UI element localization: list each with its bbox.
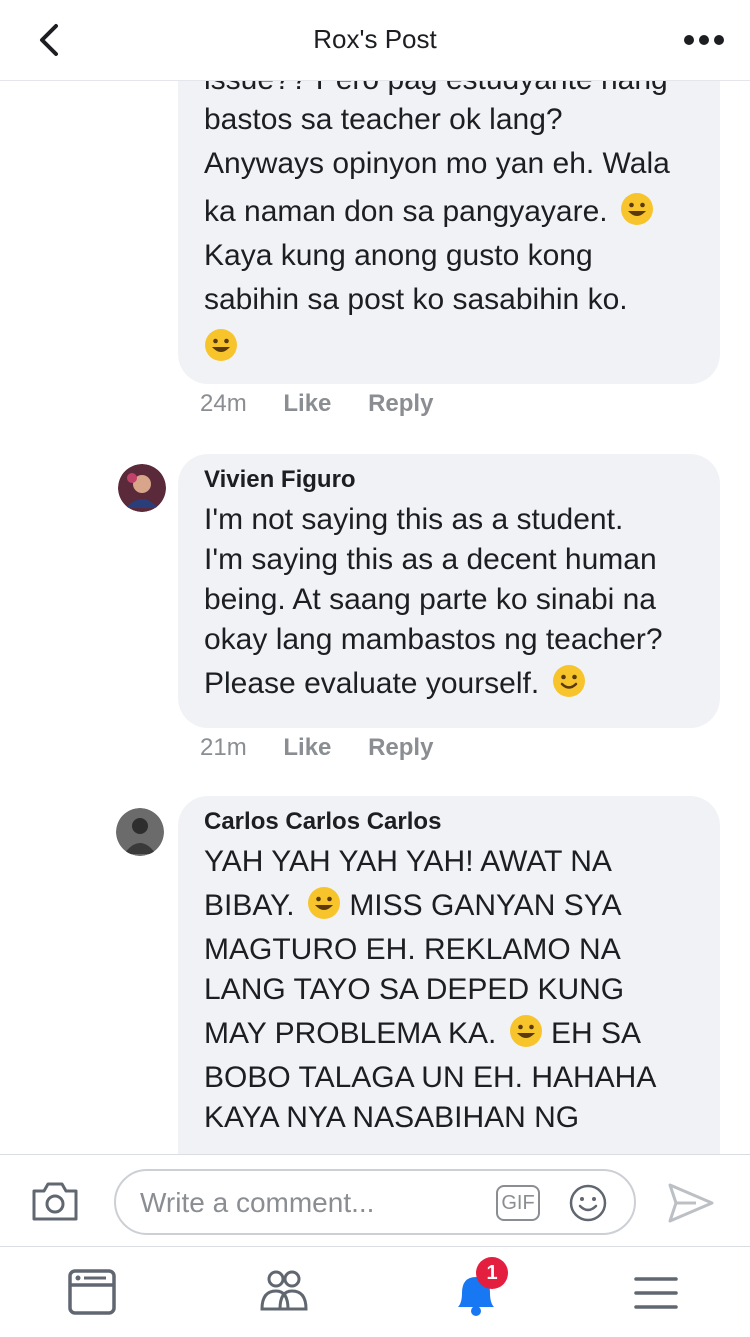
comment-text-line: MAY PROBLEMA KA. EH SA bbox=[204, 1010, 694, 1058]
comment-text-line: issue?? Pero pag estudyante nang bbox=[204, 80, 694, 100]
comment-bubble: issue?? Pero pag estudyante nang bastos … bbox=[178, 80, 720, 384]
news-feed-icon[interactable] bbox=[62, 1265, 122, 1321]
comment-text: EH SA bbox=[551, 1017, 642, 1050]
gif-button[interactable]: GIF bbox=[496, 1185, 540, 1221]
comment-text-line: I'm saying this as a decent human bbox=[204, 543, 657, 576]
comment-text-line: BIBAY. MISS GANYAN SYA bbox=[204, 882, 694, 930]
comment-text-line: Anyways opinyon mo yan eh. Wala bbox=[204, 147, 670, 180]
friends-icon[interactable] bbox=[254, 1265, 314, 1321]
reply-link[interactable]: Reply bbox=[368, 390, 433, 417]
comment-text-line: BOBO TALAGA UN EH. HAHAHA bbox=[204, 1061, 657, 1094]
comment-text-line: ka naman don sa pangyayare. bbox=[204, 188, 694, 236]
camera-icon[interactable] bbox=[30, 1179, 80, 1223]
send-icon[interactable] bbox=[666, 1181, 716, 1225]
comment-text: Please evaluate yourself. bbox=[204, 667, 540, 700]
more-horizontal-icon[interactable] bbox=[682, 30, 726, 50]
avatar[interactable] bbox=[116, 808, 164, 856]
comment-author[interactable]: Vivien Figuro bbox=[204, 466, 694, 494]
comment-text-line: being. At saang parte ko sinabi na bbox=[204, 583, 656, 616]
comment-meta: 21m Like Reply bbox=[200, 734, 463, 762]
grinning-emoji-icon bbox=[205, 329, 237, 361]
hamburger-menu-icon[interactable] bbox=[626, 1265, 686, 1321]
comment-time: 24m bbox=[200, 390, 247, 417]
notification-badge: 1 bbox=[476, 1257, 508, 1289]
bottom-navigation: 1 bbox=[0, 1246, 750, 1337]
comment-bubble: Carlos Carlos Carlos YAH YAH YAH YAH! AW… bbox=[178, 796, 720, 1154]
avatar[interactable] bbox=[118, 464, 166, 512]
comment-author[interactable]: Carlos Carlos Carlos bbox=[204, 808, 694, 836]
smiling-emoji-icon bbox=[552, 665, 585, 697]
comment-input-wrapper[interactable]: GIF bbox=[114, 1169, 636, 1235]
comments-list: issue?? Pero pag estudyante nang bastos … bbox=[0, 80, 750, 1154]
comment-bubble: Vivien Figuro I'm not saying this as a s… bbox=[178, 454, 720, 728]
comment-text-line: okay lang mambastos ng teacher? bbox=[204, 623, 663, 656]
comment-text: MISS GANYAN SYA bbox=[349, 889, 622, 922]
comment-text-line: MAGTURO EH. REKLAMO NA bbox=[204, 933, 621, 966]
comment-text-line: LANG TAYO SA DEPED KUNG bbox=[204, 973, 625, 1006]
comment-time: 21m bbox=[200, 734, 247, 761]
comment-text-line bbox=[204, 324, 694, 372]
grinning-emoji-icon bbox=[620, 193, 653, 225]
comment-text-line: Please evaluate yourself. bbox=[204, 660, 694, 708]
grinning-emoji-icon bbox=[509, 1015, 542, 1047]
grinning-emoji-icon bbox=[307, 887, 340, 919]
comment-input[interactable] bbox=[138, 1179, 482, 1227]
comment-meta: 24m Like Reply bbox=[200, 390, 463, 418]
comment-text: BIBAY. bbox=[204, 889, 295, 922]
top-bar: Rox's Post bbox=[0, 0, 750, 81]
page-title: Rox's Post bbox=[313, 24, 437, 54]
comment-text-line: KAYA NYA NASABIHAN NG bbox=[204, 1101, 580, 1134]
comment-text-line: I'm not saying this as a student. bbox=[204, 503, 624, 536]
like-link[interactable]: Like bbox=[283, 734, 331, 761]
comment-text-line: Kaya kung anong gusto kong bbox=[204, 239, 593, 272]
reply-link[interactable]: Reply bbox=[368, 734, 433, 761]
comment-composer: GIF bbox=[0, 1154, 750, 1247]
comment-text: ka naman don sa pangyayare. bbox=[204, 195, 608, 228]
smiley-icon[interactable] bbox=[568, 1183, 608, 1223]
comment-text: MAY PROBLEMA KA. bbox=[204, 1017, 497, 1050]
comment-text-line: bastos sa teacher ok lang? bbox=[204, 103, 563, 136]
comment-text-line: YAH YAH YAH YAH! AWAT NA bbox=[204, 845, 612, 878]
comment-text-line: sabihin sa post ko sasabihin ko. bbox=[204, 283, 628, 316]
like-link[interactable]: Like bbox=[283, 390, 331, 417]
